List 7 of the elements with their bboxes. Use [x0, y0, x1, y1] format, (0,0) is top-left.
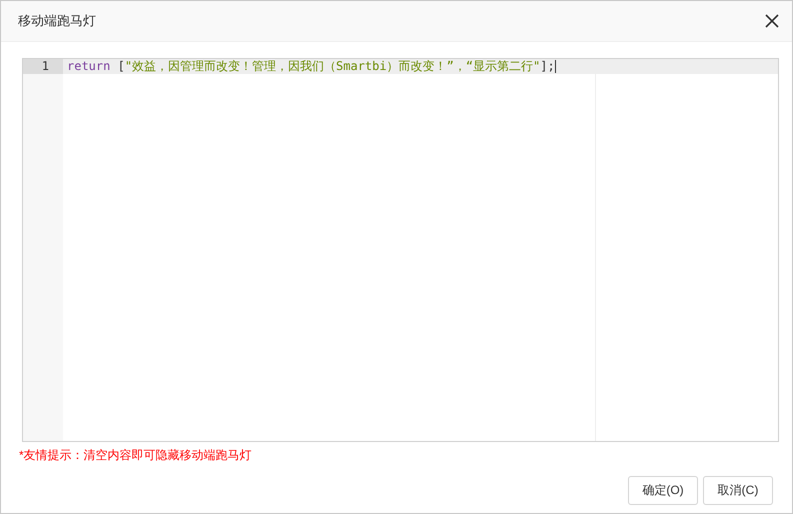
cancel-button[interactable]: 取消(C) [703, 476, 773, 505]
confirm-button[interactable]: 确定(O) [628, 476, 698, 505]
line-number: 1 [23, 59, 63, 74]
hint-text: *友情提示：清空内容即可隐藏移动端跑马灯 [19, 447, 253, 464]
dialog-title: 移动端跑马灯 [18, 12, 96, 30]
code-editor[interactable]: 1 return ["效益，因管理而改变！管理，因我们（Smartbi）而改变！”，“显示第二行"]; [22, 58, 779, 442]
close-icon[interactable] [764, 13, 780, 29]
